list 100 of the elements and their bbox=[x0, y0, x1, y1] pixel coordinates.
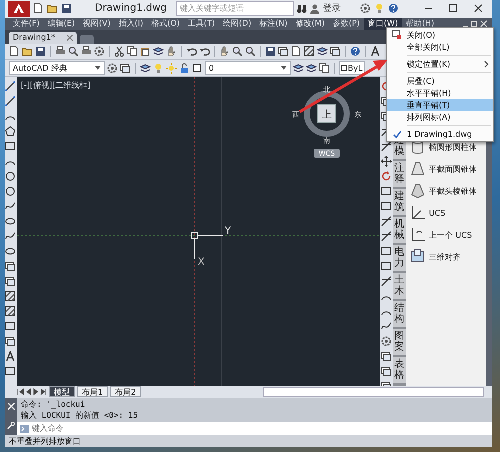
layers-icon[interactable] bbox=[306, 62, 317, 74]
menu-item[interactable]: 插入(I) bbox=[114, 18, 148, 30]
menu-item[interactable]: 绘图(D) bbox=[219, 18, 256, 30]
caret-icon[interactable] bbox=[95, 66, 101, 70]
rotate-icon[interactable] bbox=[381, 171, 392, 182]
gear-icon[interactable] bbox=[107, 62, 118, 74]
command-line-field[interactable]: 键入命令 bbox=[17, 422, 492, 436]
lock-icon[interactable] bbox=[179, 62, 190, 74]
window-icon[interactable] bbox=[120, 62, 131, 74]
cone-icon[interactable] bbox=[410, 161, 426, 177]
palette-tab[interactable]: 结构 bbox=[393, 301, 406, 327]
file-icon[interactable] bbox=[291, 46, 302, 57]
layout-tab[interactable]: 模型 bbox=[49, 386, 75, 398]
palette-tab[interactable]: 电力 bbox=[393, 245, 406, 271]
hatch-icon[interactable] bbox=[5, 291, 16, 302]
palette-tab[interactable]: 注释 bbox=[393, 161, 406, 187]
palette-tab[interactable]: 建筑 bbox=[393, 189, 406, 215]
menu-item[interactable]: 工具(T) bbox=[184, 18, 220, 30]
close-icon[interactable] bbox=[474, 4, 482, 14]
linetype-dropdown[interactable]: ByL bbox=[339, 61, 365, 76]
layout-tab[interactable]: 布局1 bbox=[77, 386, 108, 398]
ellipse-icon[interactable] bbox=[5, 216, 16, 227]
magnifier-icon[interactable] bbox=[232, 46, 243, 57]
menu-item[interactable]: 关闭(O) bbox=[387, 29, 493, 41]
rectangle-icon[interactable] bbox=[381, 201, 392, 212]
prompt-icon[interactable] bbox=[20, 424, 29, 433]
menu-item[interactable]: 垂直平铺(T) bbox=[387, 99, 493, 111]
circle-icon[interactable] bbox=[5, 186, 16, 197]
menu-item[interactable]: 水平平铺(H) bbox=[387, 87, 493, 99]
menu-item[interactable]: 1 Drawing1.dwg bbox=[387, 128, 493, 140]
window-icon[interactable] bbox=[381, 351, 392, 362]
curved-arrow-icon[interactable] bbox=[186, 46, 197, 57]
menu-item[interactable]: 层叠(C) bbox=[387, 75, 493, 87]
line-icon[interactable] bbox=[5, 81, 16, 92]
palette-item-label[interactable]: 椭圆形圆柱体 bbox=[429, 142, 478, 152]
menu-item[interactable]: 视图(V) bbox=[79, 18, 115, 30]
window-icon[interactable] bbox=[330, 46, 341, 57]
palette-item-label[interactable]: UCS bbox=[429, 208, 446, 218]
curve-icon[interactable] bbox=[381, 321, 392, 332]
workspace-dropdown[interactable]: AutoCAD 经典 bbox=[9, 61, 105, 76]
magnifier-icon[interactable] bbox=[245, 46, 256, 57]
layout-tab[interactable]: 布局2 bbox=[110, 386, 142, 398]
palette-item-label[interactable]: 平截面圆锥体 bbox=[429, 164, 478, 174]
palette-item-label[interactable]: 三维对齐 bbox=[429, 252, 462, 262]
layers-icon[interactable] bbox=[153, 46, 164, 57]
palette-tab[interactable]: 土木 bbox=[393, 273, 406, 299]
layer-dropdown[interactable]: 0 bbox=[205, 61, 291, 76]
bulb-icon[interactable] bbox=[374, 3, 384, 14]
layers-icon[interactable] bbox=[140, 62, 151, 74]
palette-tab[interactable]: 表格 bbox=[393, 357, 406, 383]
user-icon[interactable] bbox=[310, 4, 320, 14]
palette-item-label[interactable]: 上一个 UCS bbox=[429, 230, 472, 240]
align-icon[interactable] bbox=[410, 249, 426, 265]
search-field[interactable]: 键入关键字或短语 bbox=[176, 1, 294, 16]
rectangle-icon[interactable] bbox=[381, 186, 392, 197]
menu-item[interactable]: 参数(P) bbox=[328, 18, 364, 30]
help-icon[interactable] bbox=[350, 46, 361, 57]
letter-icon[interactable] bbox=[5, 351, 16, 362]
window-icon[interactable] bbox=[278, 46, 289, 57]
folder-icon[interactable] bbox=[47, 3, 58, 14]
magnifier-icon[interactable] bbox=[68, 46, 79, 57]
crossing-lines-icon[interactable] bbox=[381, 141, 392, 152]
rectangle-icon[interactable] bbox=[381, 246, 392, 257]
curve-icon[interactable] bbox=[5, 231, 16, 242]
move-icon[interactable] bbox=[381, 156, 392, 167]
window-icon[interactable] bbox=[5, 336, 16, 347]
menu-item[interactable]: 锁定位置(K) bbox=[387, 58, 493, 70]
polygon-icon[interactable] bbox=[5, 126, 16, 137]
caret-icon[interactable] bbox=[281, 66, 287, 70]
wrench-icon[interactable] bbox=[7, 422, 15, 430]
file-icon[interactable] bbox=[9, 46, 20, 57]
hatch-icon[interactable] bbox=[304, 46, 315, 57]
menu-item[interactable]: 编辑(E) bbox=[44, 18, 80, 30]
window-icon[interactable] bbox=[5, 276, 16, 287]
document-window-controls-icon[interactable] bbox=[462, 20, 488, 28]
axes-icon[interactable] bbox=[410, 205, 426, 221]
tab-navigation-icon[interactable] bbox=[17, 388, 47, 396]
file-icon[interactable] bbox=[33, 3, 44, 14]
letter-icon[interactable] bbox=[370, 46, 381, 57]
line-icon[interactable] bbox=[5, 96, 16, 107]
curved-arrow-icon[interactable] bbox=[199, 46, 210, 57]
ellipse-icon[interactable] bbox=[5, 246, 16, 257]
sign-in-link[interactable]: 登录 bbox=[323, 2, 341, 16]
menu-item[interactable]: 全部关闭(L) bbox=[387, 41, 493, 53]
clipboard-icon[interactable] bbox=[140, 46, 151, 57]
copy-icon[interactable] bbox=[319, 62, 330, 74]
copy-icon[interactable] bbox=[127, 46, 138, 57]
menu-item[interactable]: 排列图标(A) bbox=[387, 111, 493, 123]
rectangle-icon[interactable] bbox=[381, 261, 392, 272]
palette-tab[interactable]: 图案 bbox=[393, 329, 406, 355]
axes-icon[interactable] bbox=[410, 227, 426, 243]
palette-tab[interactable]: 机械 bbox=[393, 217, 406, 243]
window-icon[interactable] bbox=[5, 261, 16, 272]
maximize-icon[interactable] bbox=[448, 4, 458, 14]
scissors-icon[interactable] bbox=[114, 46, 125, 57]
gear-icon[interactable] bbox=[381, 336, 392, 347]
document-tab[interactable]: Drawing1* bbox=[9, 32, 78, 44]
curve-icon[interactable] bbox=[5, 201, 16, 212]
menu-item[interactable]: 文件(F) bbox=[9, 18, 44, 30]
app-logo[interactable] bbox=[8, 0, 30, 17]
